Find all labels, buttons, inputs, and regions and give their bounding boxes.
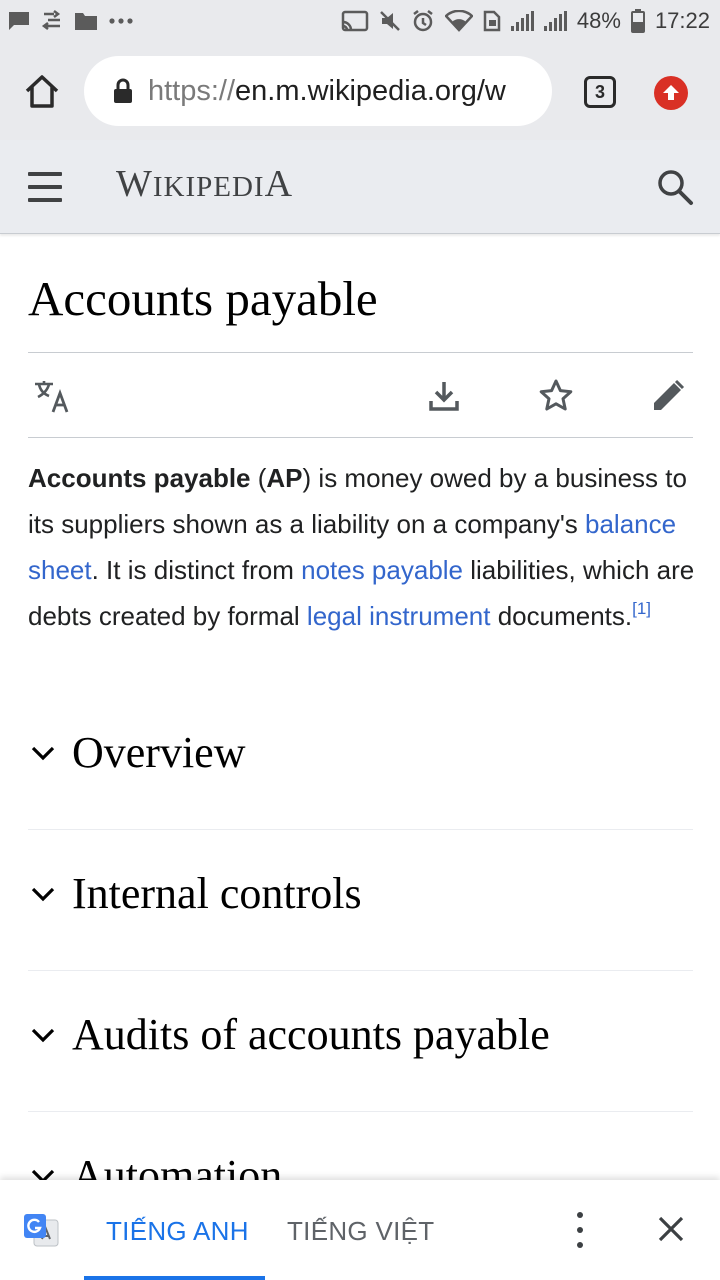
cast-icon <box>341 10 369 32</box>
section-internal-controls[interactable]: Internal controls <box>28 830 693 971</box>
download-button[interactable] <box>424 376 464 416</box>
wifi-icon <box>444 10 473 32</box>
google-translate-bar: TIẾNG ANH TIẾNG VIỆT <box>0 1180 720 1280</box>
chevron-down-icon <box>31 1028 55 1043</box>
actions-divider <box>28 437 693 438</box>
message-icon <box>8 11 30 31</box>
signal-icon <box>543 11 567 31</box>
arrow-up-icon <box>663 85 679 100</box>
url-scheme: https:// <box>148 74 236 107</box>
alarm-icon <box>411 9 435 33</box>
status-left-icons <box>8 10 134 32</box>
signal-icon <box>510 11 534 31</box>
lead-paragraph: Accounts payable (AP) is money owed by a… <box>28 463 695 631</box>
address-bar[interactable]: https://en.m.wikipedia.org/w <box>84 56 552 126</box>
more-vert-icon <box>577 1212 583 1218</box>
download-icon <box>429 382 459 411</box>
url-host: en.m.wikipedia.org/w <box>235 74 506 107</box>
status-bar: 48% 17:22 <box>0 0 720 42</box>
close-icon[interactable] <box>656 1214 686 1244</box>
google-translate-icon <box>24 1214 59 1247</box>
update-button[interactable] <box>654 76 688 110</box>
lead-abbreviation: AP <box>266 463 303 493</box>
link-notes-payable[interactable]: notes payable <box>301 555 463 585</box>
tab-count: 3 <box>594 81 605 102</box>
more-dots-icon <box>108 17 134 25</box>
sim-icon <box>483 10 501 32</box>
link-legal-instrument[interactable]: legal instrument <box>307 601 491 631</box>
star-icon <box>539 379 573 411</box>
chevron-down-icon <box>31 887 55 902</box>
edit-button[interactable] <box>648 376 688 416</box>
lock-icon <box>114 78 132 103</box>
active-tab-indicator <box>84 1276 265 1280</box>
home-button[interactable] <box>22 72 62 112</box>
source-language-tab[interactable]: TIẾNG ANH <box>106 1216 249 1247</box>
title-divider <box>28 352 693 353</box>
battery-percent: 48% <box>576 8 621 33</box>
section-title: Audits of accounts payable <box>72 1010 550 1059</box>
reference-link[interactable]: [1] <box>632 599 651 618</box>
hamburger-icon <box>28 172 62 176</box>
browser-toolbar: https://en.m.wikipedia.org/w 3 <box>0 42 720 140</box>
usb-icon <box>40 10 64 32</box>
folder-icon <box>74 11 98 31</box>
section-title: Overview <box>72 728 246 777</box>
search-icon[interactable] <box>656 168 694 206</box>
language-button[interactable] <box>32 376 72 416</box>
wikipedia-header: WIKIPEDIA <box>0 140 720 234</box>
section-overview[interactable]: Overview <box>28 689 693 830</box>
page-title: Accounts payable <box>28 271 378 326</box>
home-icon <box>25 75 59 108</box>
battery-icon <box>630 9 645 33</box>
wikipedia-wordmark[interactable]: WIKIPEDIA <box>116 162 293 206</box>
pencil-icon <box>654 379 685 410</box>
chevron-down-icon <box>31 746 55 761</box>
target-language-tab[interactable]: TIẾNG VIỆT <box>287 1216 434 1247</box>
section-title: Internal controls <box>72 869 362 918</box>
tab-switcher-button[interactable]: 3 <box>584 76 616 108</box>
more-options-button[interactable] <box>570 1212 590 1248</box>
watch-button[interactable] <box>536 376 576 416</box>
main-menu-button[interactable] <box>28 172 62 202</box>
mute-icon <box>379 10 401 32</box>
section-audits[interactable]: Audits of accounts payable <box>28 971 693 1112</box>
translate-language-icon <box>35 381 69 413</box>
clock: 17:22 <box>654 8 710 33</box>
url-text: https://en.m.wikipedia.org/w <box>148 75 506 108</box>
lead-term: Accounts payable <box>28 463 251 493</box>
status-right-icons: 48% 17:22 <box>341 8 710 34</box>
